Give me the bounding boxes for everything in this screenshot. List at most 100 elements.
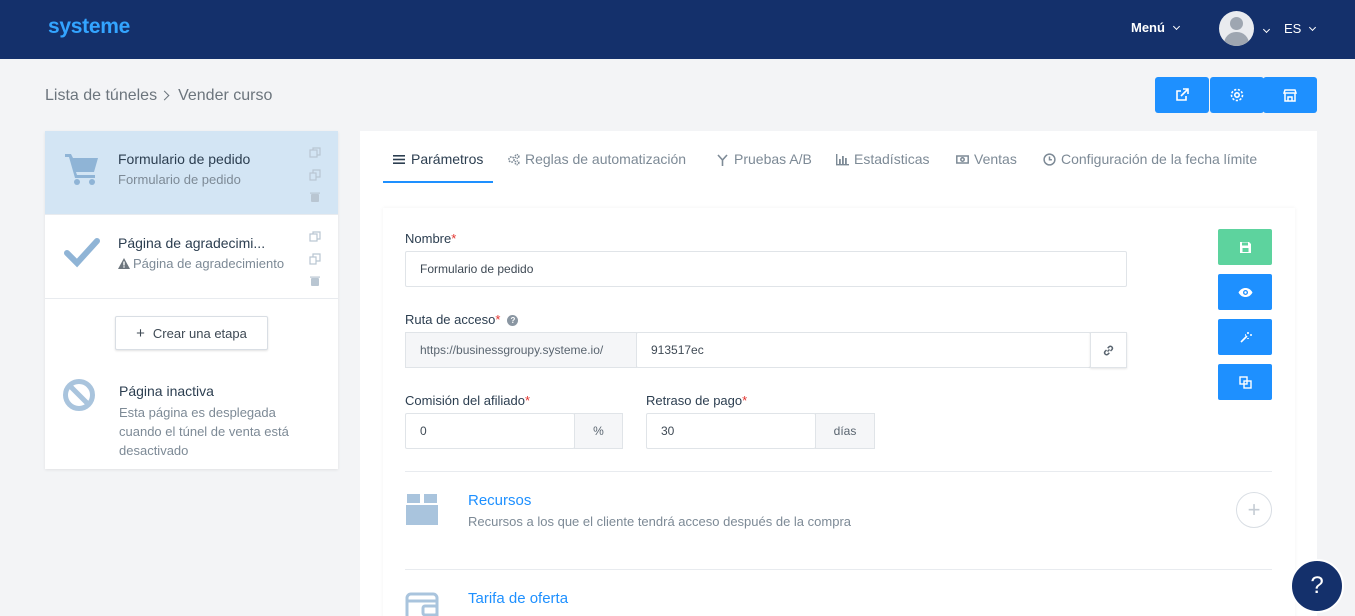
disabled-icon <box>63 379 95 411</box>
edit-page-button[interactable] <box>1218 319 1272 355</box>
money-icon <box>956 154 969 164</box>
top-navbar: systeme Menú ES <box>0 0 1355 59</box>
save-icon <box>1239 241 1251 253</box>
duplicate-icon[interactable] <box>309 147 321 159</box>
copy-icon[interactable] <box>309 169 321 181</box>
tab-label: Parámetros <box>411 151 484 167</box>
cart-icon <box>65 154 98 185</box>
funnel-steps-panel: Formulario de pedido Formulario de pedid… <box>45 131 338 469</box>
trash-icon[interactable] <box>309 191 321 203</box>
tab-label: Configuración de la fecha límite <box>1061 151 1258 167</box>
tab-label: Reglas de automatización <box>525 151 687 167</box>
settings-tabs: Parámetros Reglas de automatización Prue… <box>383 131 1295 183</box>
plus-icon: + <box>1247 497 1261 522</box>
offer-price-title[interactable]: Tarifa de oferta <box>468 590 568 607</box>
breadcrumb: Lista de túneles Vender curso <box>45 87 272 105</box>
tab-label: Estadísticas <box>854 151 930 167</box>
step-subtitle: Página de agradecimiento <box>118 256 284 271</box>
chevron-down-icon <box>1309 23 1317 32</box>
required-mark: * <box>742 393 748 408</box>
list-icon <box>393 154 405 164</box>
tab-automation-rules[interactable]: Reglas de automatización <box>507 151 686 167</box>
wallet-icon <box>405 592 439 616</box>
shop-icon <box>1282 89 1298 102</box>
duplicate-icon[interactable] <box>309 231 321 243</box>
menu-dropdown[interactable]: Menú <box>1131 20 1180 35</box>
duplicate-page-button[interactable] <box>1218 364 1272 400</box>
tab-label: Pruebas A/B <box>734 151 812 167</box>
plus-icon: + <box>136 324 145 342</box>
chevron-down-icon <box>1172 22 1180 31</box>
box-icon <box>406 494 438 525</box>
payment-delay-label-text: Retraso de pago <box>646 393 743 408</box>
active-tab-indicator <box>383 181 493 183</box>
clock-icon <box>1043 152 1056 166</box>
copy-link-button[interactable] <box>1090 332 1127 368</box>
required-mark: * <box>524 393 531 408</box>
tab-label: Ventas <box>974 151 1017 167</box>
name-label-text: Nombre <box>405 231 452 246</box>
breadcrumb-funnels-link[interactable]: Lista de túneles <box>45 87 157 104</box>
tab-statistics[interactable]: Estadísticas <box>836 151 929 167</box>
avatar[interactable] <box>1219 11 1254 46</box>
funnel-step-order-form[interactable]: Formulario de pedido Formulario de pedid… <box>45 131 338 215</box>
shop-button[interactable] <box>1263 77 1317 113</box>
warning-icon <box>118 258 130 269</box>
step-settings-panel: Parámetros Reglas de automatización Prue… <box>360 131 1317 616</box>
step-subtitle: Formulario de pedido <box>118 172 241 187</box>
resources-title[interactable]: Recursos <box>468 492 531 509</box>
breadcrumb-current: Vender curso <box>178 87 273 104</box>
payment-delay-unit: días <box>815 413 875 449</box>
path-label-text: Ruta de acceso <box>405 312 496 327</box>
payment-delay-label: Retraso de pago* <box>646 393 747 408</box>
chevron-down-icon[interactable] <box>1262 22 1271 40</box>
link-icon <box>1103 345 1114 355</box>
funnel-settings-button[interactable] <box>1210 77 1264 113</box>
help-icon[interactable]: ? <box>507 315 519 326</box>
open-external-button[interactable] <box>1155 77 1209 113</box>
help-chat-button[interactable]: ? <box>1290 559 1344 613</box>
tab-deadline-settings[interactable]: Configuración de la fecha límite <box>1043 151 1257 167</box>
chevron-right-icon <box>159 90 170 101</box>
bar-chart-icon <box>836 153 849 165</box>
required-mark: * <box>495 312 501 327</box>
create-step-button[interactable]: + Crear una etapa <box>115 316 268 350</box>
parameters-form: Nombre* Formulario de pedido Ruta de acc… <box>383 208 1295 616</box>
inactive-page-description: Esta página es desplegada cuando el túne… <box>119 405 289 458</box>
tab-ab-tests[interactable]: Pruebas A/B <box>716 151 812 167</box>
name-input[interactable]: Formulario de pedido <box>405 251 1127 287</box>
gear-icon <box>1230 88 1244 102</box>
copy-icon[interactable] <box>309 253 321 265</box>
check-icon <box>64 238 100 268</box>
inactive-page-title[interactable]: Página inactiva <box>119 383 214 399</box>
path-prefix: https://businessgroupy.systeme.io/ <box>405 332 637 368</box>
funnel-step-thank-you[interactable]: Página de agradecimi... Página de agrade… <box>45 215 338 299</box>
gears-icon <box>508 153 520 165</box>
tab-parameters[interactable]: Parámetros <box>393 151 483 167</box>
step-title: Página de agradecimi... <box>118 235 266 251</box>
section-divider <box>405 471 1272 472</box>
menu-label: Menú <box>1131 20 1165 35</box>
name-label: Nombre* <box>405 231 456 246</box>
save-button[interactable] <box>1218 229 1272 265</box>
split-icon <box>717 153 728 166</box>
language-dropdown[interactable]: ES <box>1284 21 1317 36</box>
section-divider <box>405 569 1272 570</box>
commission-label-text: Comisión del afiliado <box>405 393 525 408</box>
step-subtitle-text: Página de agradecimiento <box>133 256 285 271</box>
systeme-logo[interactable]: systeme <box>48 15 130 39</box>
commission-label: Comisión del afiliado* <box>405 393 530 408</box>
language-label: ES <box>1284 21 1302 36</box>
add-resource-button[interactable]: + <box>1236 492 1272 528</box>
trash-icon[interactable] <box>309 275 321 287</box>
path-input[interactable]: 913517ec <box>636 332 1091 368</box>
tab-sales[interactable]: Ventas <box>956 151 1017 167</box>
create-step-label: Crear una etapa <box>152 325 247 341</box>
preview-button[interactable] <box>1218 274 1272 310</box>
commission-unit: % <box>574 413 623 449</box>
commission-input[interactable]: 0 <box>405 413 575 449</box>
payment-delay-input[interactable]: 30 <box>646 413 816 449</box>
path-label: Ruta de acceso*? <box>405 312 519 327</box>
step-title: Formulario de pedido <box>118 151 251 167</box>
external-link-icon <box>1176 88 1189 101</box>
